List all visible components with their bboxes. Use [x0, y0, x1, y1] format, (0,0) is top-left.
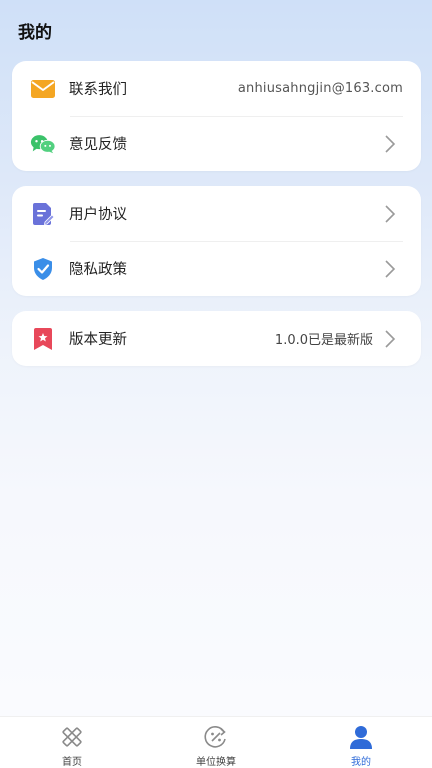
tab-home[interactable]: 首页 — [32, 717, 112, 768]
tab-home-label: 首页 — [62, 757, 82, 768]
contact-us-row[interactable]: 联系我们 anhiusahngjin@163.com — [12, 61, 421, 116]
feedback-row[interactable]: 意见反馈 — [12, 116, 421, 171]
policy-card: 用户协议 隐私政策 — [12, 186, 421, 296]
shield-icon — [30, 256, 56, 282]
contact-us-label: 联系我们 — [69, 82, 127, 98]
tab-unit-conversion-label: 单位换算 — [196, 757, 236, 768]
conversion-icon — [203, 724, 229, 750]
tab-mine-label: 我的 — [351, 757, 371, 768]
version-card: 版本更新 1.0.0已是最新版 — [12, 311, 421, 366]
tab-mine[interactable]: 我的 — [321, 717, 401, 768]
contact-email: anhiusahngjin@163.com — [237, 81, 403, 96]
chevron-right-icon — [383, 329, 397, 349]
chevron-right-icon — [383, 134, 397, 154]
chevron-right-icon — [383, 259, 397, 279]
bottom-tab-bar: 首页 单位换算 我的 — [0, 716, 432, 768]
bookmark-icon — [30, 326, 56, 352]
wechat-icon — [30, 131, 56, 157]
mail-icon — [30, 76, 56, 102]
page-title: 我的 — [18, 23, 52, 43]
feedback-label: 意见反馈 — [69, 137, 127, 153]
user-agreement-label: 用户协议 — [69, 207, 127, 223]
contact-card: 联系我们 anhiusahngjin@163.com 意见反馈 — [12, 61, 421, 171]
privacy-policy-label: 隐私政策 — [69, 262, 127, 278]
ruler-pencil-icon — [59, 724, 85, 750]
version-status: 1.0.0已是最新版 — [274, 333, 373, 348]
version-update-row[interactable]: 版本更新 1.0.0已是最新版 — [12, 311, 421, 366]
user-icon — [348, 724, 374, 750]
version-update-label: 版本更新 — [69, 332, 127, 348]
chevron-right-icon — [383, 204, 397, 224]
tab-unit-conversion[interactable]: 单位换算 — [176, 717, 256, 768]
document-icon — [30, 201, 56, 227]
user-agreement-row[interactable]: 用户协议 — [12, 186, 421, 241]
privacy-policy-row[interactable]: 隐私政策 — [12, 241, 421, 296]
